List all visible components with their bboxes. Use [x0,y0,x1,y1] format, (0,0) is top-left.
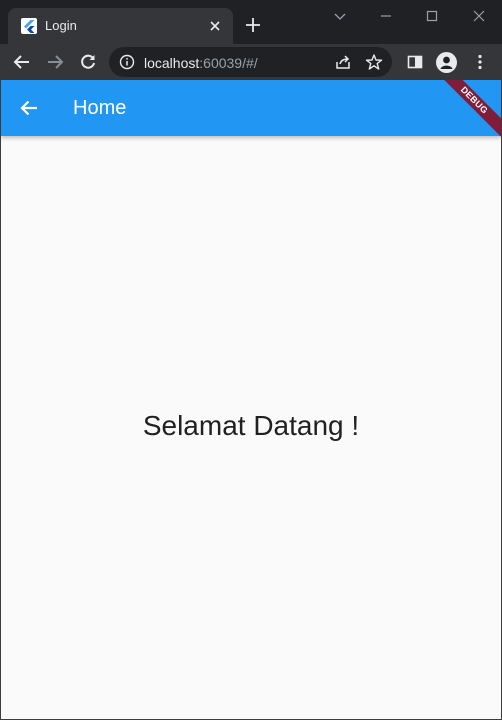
share-icon[interactable] [334,53,352,71]
browser-tab[interactable]: Login [8,8,233,44]
side-panel-icon[interactable] [405,52,425,72]
close-icon[interactable] [206,17,224,35]
maximize-icon[interactable] [422,6,442,26]
kebab-menu-icon[interactable] [470,52,490,72]
new-tab-icon[interactable] [244,16,262,34]
app-viewport: Home DEBUG Selamat Datang ! [1,80,501,719]
reload-icon[interactable] [78,52,98,72]
star-icon[interactable] [365,53,383,71]
window-close-icon[interactable] [469,6,489,26]
app-bar: Home [1,80,501,136]
browser-toolbar: localhost:60039/#/ [0,44,502,80]
page-title: Home [73,97,127,119]
profile-icon[interactable] [436,52,457,73]
back-arrow-icon[interactable] [18,97,40,119]
back-arrow-icon[interactable] [12,52,32,72]
flutter-icon [21,18,37,34]
chevron-down-icon[interactable] [330,6,350,26]
url-path: :60039/#/ [199,55,258,71]
info-icon[interactable] [119,54,135,70]
url-host: localhost [144,55,200,71]
address-bar[interactable]: localhost:60039/#/ [109,47,392,77]
url-text[interactable]: localhost:60039/#/ [144,55,258,71]
minimize-icon[interactable] [376,6,396,26]
tab-title: Login [45,18,77,33]
browser-titlebar: Login [0,0,502,44]
welcome-message: Selamat Datang ! [142,410,360,441]
forward-arrow-icon[interactable] [45,52,65,72]
